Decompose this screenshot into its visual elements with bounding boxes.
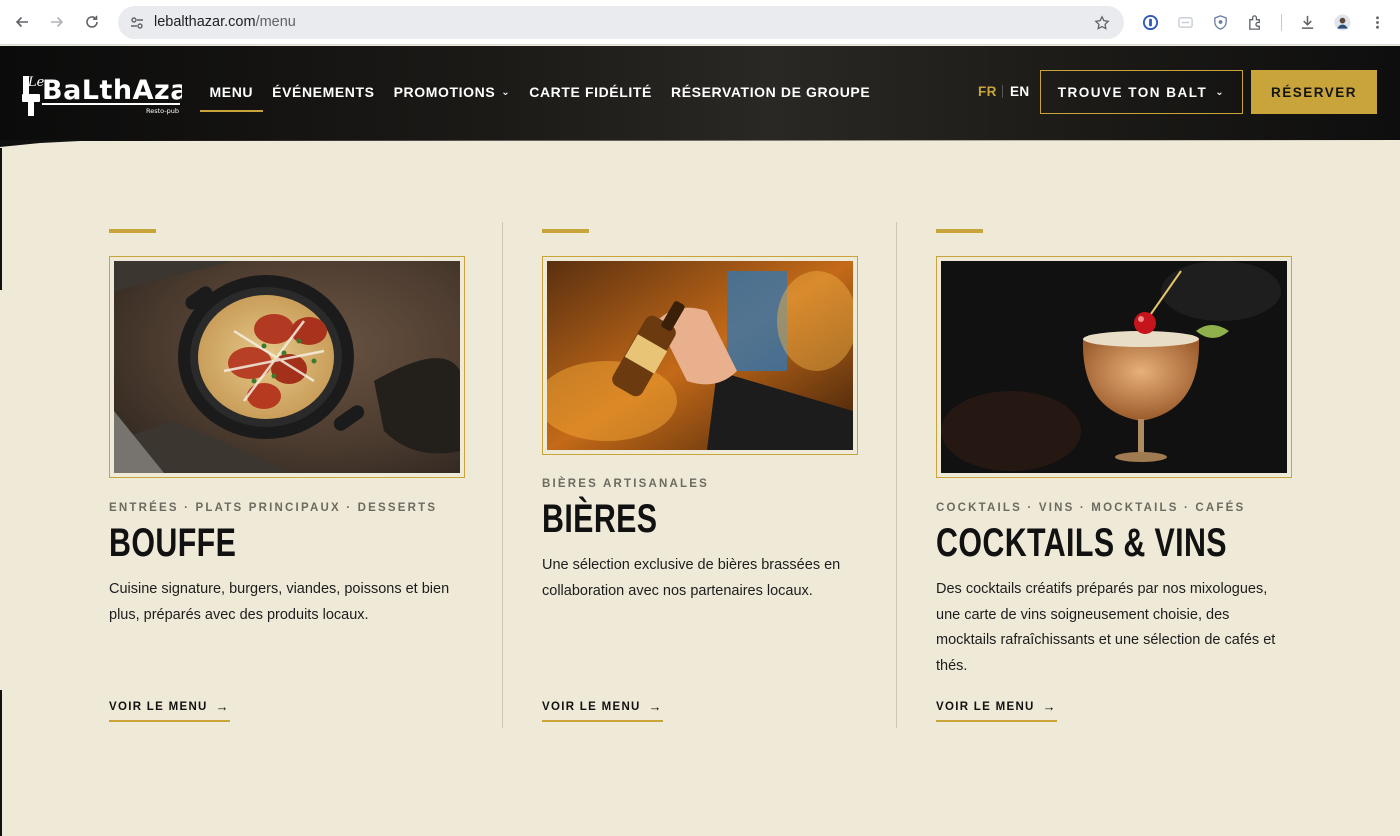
chrome-menu-icon[interactable] xyxy=(1366,11,1388,33)
nav-evenements[interactable]: ÉVÉNEMENTS xyxy=(263,82,384,102)
svg-text:BaLthAzar: BaLthAzar xyxy=(42,75,182,106)
nav-reservation-groupe[interactable]: RÉSERVATION DE GROUPE xyxy=(661,82,879,102)
nav-carte-fidelite-label: CARTE FIDÉLITÉ xyxy=(529,84,652,100)
arrow-right-icon: → xyxy=(1042,699,1057,714)
nav-carte-fidelite[interactable]: CARTE FIDÉLITÉ xyxy=(520,82,662,102)
bieres-photo[interactable] xyxy=(542,256,858,455)
view-menu-label: VOIR LE MENU xyxy=(109,700,208,713)
language-divider xyxy=(1002,85,1003,98)
password-manager-icon[interactable] xyxy=(1139,11,1161,33)
accent-bar xyxy=(109,229,156,233)
accent-bar xyxy=(542,229,589,233)
column-divider xyxy=(896,222,897,728)
site-logo[interactable]: Le BaLthAzar Resto-pub xyxy=(22,66,202,118)
reload-icon[interactable] xyxy=(79,9,105,35)
shield-extension-icon[interactable] xyxy=(1209,11,1231,33)
nav-evenements-label: ÉVÉNEMENTS xyxy=(272,84,375,100)
site-header: Le BaLthAzar Resto-pub MENU ÉVÉNEMENTS P… xyxy=(0,46,1400,140)
accent-bar xyxy=(936,229,983,233)
profile-avatar[interactable] xyxy=(1331,11,1353,33)
main-navigation: MENU ÉVÉNEMENTS PROMOTIONS ⌄ CARTE FIDÉLI… xyxy=(200,82,880,112)
nav-promotions[interactable]: PROMOTIONS ⌄ xyxy=(384,82,520,102)
language-fr[interactable]: FR xyxy=(978,84,997,99)
cocktails-photo[interactable] xyxy=(936,256,1292,478)
view-menu-label: VOIR LE MENU xyxy=(542,700,641,713)
view-menu-link[interactable]: VOIR LE MENU → xyxy=(936,699,1057,722)
section-kicker: COCKTAILS · VINS · MOCKTAILS · CAFÉS xyxy=(936,502,1246,514)
section-title: COCKTAILS & VINS xyxy=(936,521,1227,565)
nav-promotions-label: PROMOTIONS xyxy=(393,84,496,100)
left-edge-line xyxy=(0,690,2,836)
url-text: lebalthazar.com/menu xyxy=(154,14,296,30)
translate-extension-icon[interactable] xyxy=(1174,11,1196,33)
nav-reservation-groupe-label: RÉSERVATION DE GROUPE xyxy=(670,84,871,100)
find-location-dropdown[interactable]: TROUVE TON BALT ⌄ xyxy=(1040,70,1243,114)
section-title: BOUFFE xyxy=(109,521,237,565)
chevron-down-icon: ⌄ xyxy=(501,86,511,98)
view-menu-link[interactable]: VOIR LE MENU → xyxy=(542,699,663,722)
left-edge-line xyxy=(0,148,2,290)
forward-icon[interactable] xyxy=(44,9,70,35)
nav-menu[interactable]: MENU xyxy=(200,82,263,112)
back-icon[interactable] xyxy=(9,9,35,35)
bookmark-star-icon[interactable] xyxy=(1092,13,1112,33)
section-kicker: ENTRÉES · PLATS PRINCIPAUX · DESSERTS xyxy=(109,502,438,514)
section-description: Cuisine signature, burgers, viandes, poi… xyxy=(109,581,450,623)
extensions-puzzle-icon[interactable] xyxy=(1244,11,1266,33)
section-description: Une sélection exclusive de bières brassé… xyxy=(542,557,841,599)
svg-text:Resto-pub: Resto-pub xyxy=(146,107,179,115)
downloads-icon[interactable] xyxy=(1296,11,1318,33)
header-torn-edge xyxy=(0,140,1400,147)
nav-menu-label: MENU xyxy=(209,84,254,100)
address-bar[interactable]: lebalthazar.com/menu xyxy=(118,6,1124,39)
bouffe-photo[interactable] xyxy=(109,256,465,478)
find-location-label: TROUVE TON BALT xyxy=(1057,84,1208,100)
view-menu-label: VOIR LE MENU xyxy=(936,700,1035,713)
toolbar-divider xyxy=(1281,14,1282,31)
section-description: Des cocktails créatifs préparés par nos … xyxy=(936,581,1276,674)
arrow-right-icon: → xyxy=(215,699,230,714)
language-en[interactable]: EN xyxy=(1010,84,1030,99)
section-kicker: BIÈRES ARTISANALES xyxy=(542,478,709,490)
site-info-icon[interactable] xyxy=(127,13,147,33)
arrow-right-icon: → xyxy=(648,699,663,714)
chevron-down-icon: ⌄ xyxy=(1215,86,1226,98)
browser-toolbar: lebalthazar.com/menu xyxy=(0,0,1400,45)
column-divider xyxy=(502,222,503,728)
reserve-button[interactable]: RÉSERVER xyxy=(1251,70,1377,114)
section-title: BIÈRES xyxy=(542,497,658,541)
view-menu-link[interactable]: VOIR LE MENU → xyxy=(109,699,230,722)
